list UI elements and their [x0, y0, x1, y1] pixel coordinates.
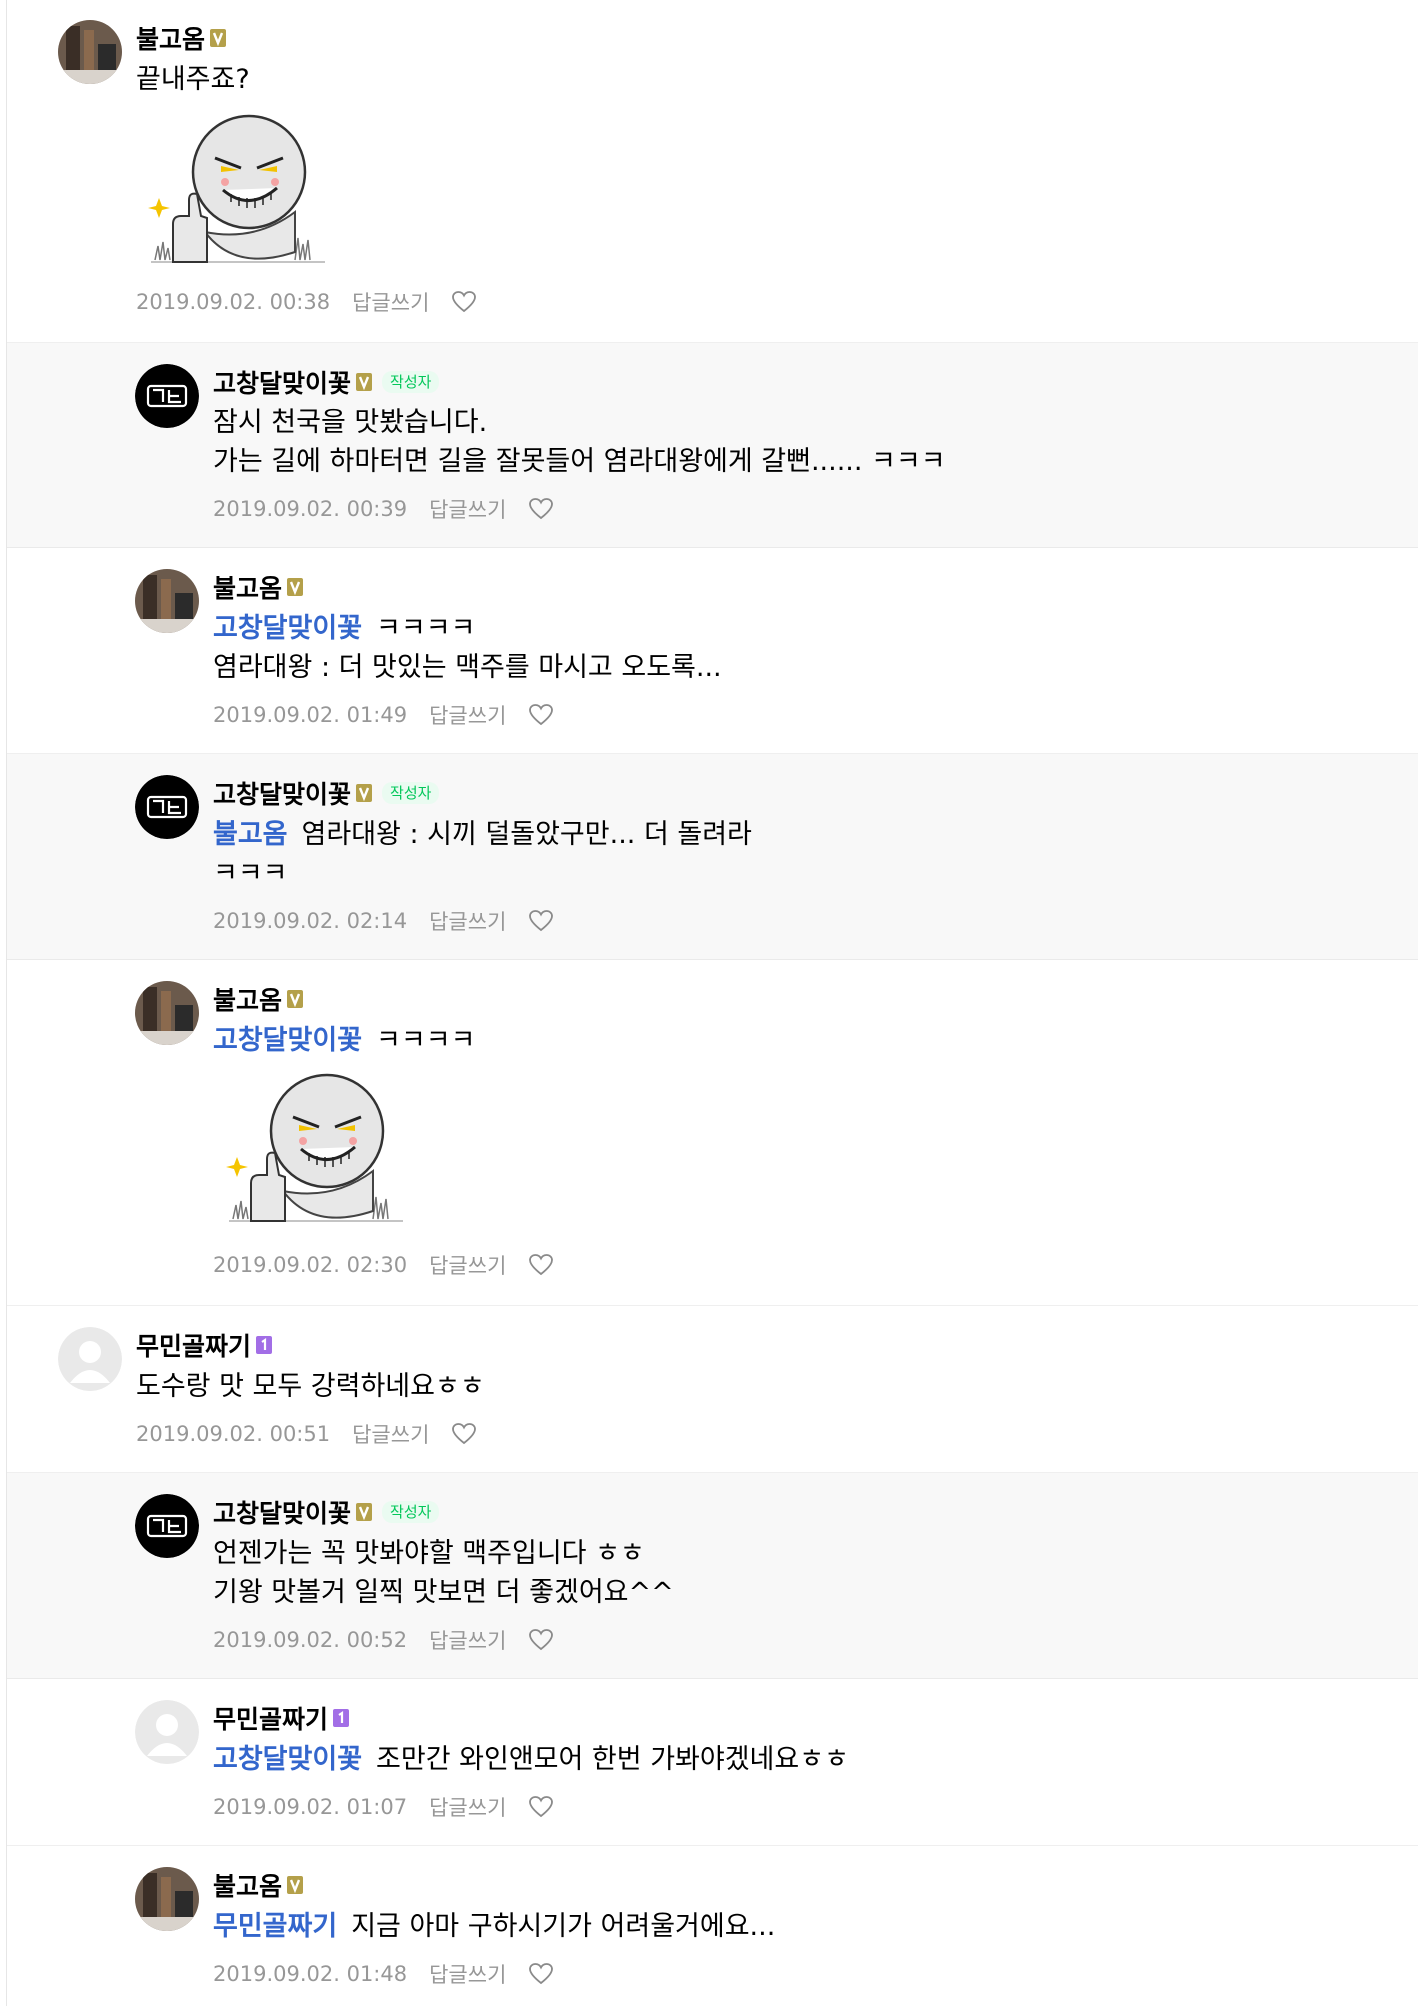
comment-timestamp: 2019.09.02. 02:14 — [213, 909, 408, 933]
reply-button[interactable]: 답글쓰기 — [352, 1419, 429, 1449]
reply-button[interactable]: 답글쓰기 — [429, 1625, 506, 1655]
avatar[interactable] — [135, 981, 199, 1045]
heart-outline-icon[interactable] — [451, 1422, 477, 1446]
heart-outline-icon[interactable] — [528, 703, 554, 727]
avatar[interactable] — [135, 1867, 199, 1931]
comment-timestamp: 2019.09.02. 01:48 — [213, 1962, 408, 1986]
reply-button[interactable]: 답글쓰기 — [429, 1792, 506, 1822]
author-name[interactable]: 불고옴 — [213, 981, 282, 1017]
author-name[interactable]: 불고옴 — [136, 20, 205, 56]
comment-timestamp: 2019.09.02. 01:49 — [213, 703, 408, 727]
avatar[interactable] — [135, 1494, 199, 1558]
mention-link[interactable]: 고창달맞이꽃 — [213, 613, 362, 644]
writer-badge: 작성자 — [382, 371, 440, 393]
comment-text: 무민골짜기 지금 아마 구하시기가 어려울거에요... — [213, 1911, 776, 1942]
avatar[interactable] — [135, 364, 199, 428]
reply-item: 불고옴 고창달맞이꽃 ㅋㅋㅋㅋ 2019.09.02. 02:30 답글쓰기 — [7, 960, 1418, 1306]
author-name[interactable]: 고창달맞이꽃 — [213, 364, 351, 400]
reply-button[interactable]: 답글쓰기 — [352, 287, 429, 317]
reply-button[interactable]: 답글쓰기 — [429, 700, 506, 730]
level-v-icon — [287, 990, 304, 1008]
level-1-icon — [256, 1336, 273, 1354]
comment-timestamp: 2019.09.02. 00:52 — [213, 1628, 408, 1652]
comment-text: 불고옴 염라대왕 : 시끼 덜돌았구만... 더 돌려라 ㅋㅋㅋ — [213, 819, 752, 889]
reply-item: 무민골짜기 고창달맞이꽃 조만간 와인앤모어 한번 가봐야겠네요ㅎㅎ 2019.0… — [7, 1679, 1418, 1846]
heart-outline-icon[interactable] — [528, 909, 554, 933]
mention-link[interactable]: 무민골짜기 — [213, 1911, 337, 1942]
comment-text: 언젠가는 꼭 맛봐야할 맥주입니다 ㅎㅎ 기왕 맛볼거 일찍 맛보면 더 좋겠어… — [213, 1538, 674, 1608]
reply-item: 고창달맞이꽃 작성자 잠시 천국을 맛봤습니다. 가는 길에 하마터면 길을 잘… — [7, 343, 1418, 548]
writer-badge: 작성자 — [382, 1501, 440, 1523]
level-v-icon — [356, 373, 373, 391]
level-v-icon — [287, 1876, 304, 1894]
comment-timestamp: 2019.09.02. 00:39 — [213, 497, 408, 521]
avatar[interactable] — [135, 1700, 199, 1764]
heart-outline-icon[interactable] — [528, 1253, 554, 1277]
comment-timestamp: 2019.09.02. 00:51 — [136, 1422, 331, 1446]
author-name[interactable]: 고창달맞이꽃 — [213, 1494, 351, 1530]
heart-outline-icon[interactable] — [528, 1962, 554, 1986]
reply-item: 불고옴 무민골짜기 지금 아마 구하시기가 어려울거에요... 2019.09.0… — [7, 1846, 1418, 2006]
comment-text: 고창달맞이꽃 조만간 와인앤모어 한번 가봐야겠네요ㅎㅎ — [213, 1744, 849, 1775]
avatar[interactable] — [58, 20, 122, 84]
comment-text: 도수랑 맛 모두 강력하네요ㅎㅎ — [136, 1371, 485, 1402]
reply-button[interactable]: 답글쓰기 — [429, 494, 506, 524]
author-name[interactable]: 무민골짜기 — [213, 1700, 328, 1736]
level-v-icon — [287, 578, 304, 596]
author-name[interactable]: 불고옴 — [213, 569, 282, 605]
mention-link[interactable]: 불고옴 — [213, 819, 288, 850]
comment-timestamp: 2019.09.02. 02:30 — [213, 1253, 408, 1277]
avatar[interactable] — [58, 1327, 122, 1391]
heart-outline-icon[interactable] — [451, 290, 477, 314]
comment-list: 불고옴 끝내주죠? 2019.09.02. 00:38 답글쓰기 고창달맞이꽃 … — [7, 0, 1418, 2006]
sticker-image[interactable] — [223, 1071, 413, 1231]
author-name[interactable]: 불고옴 — [213, 1867, 282, 1903]
avatar[interactable] — [135, 775, 199, 839]
reply-button[interactable]: 답글쓰기 — [429, 1250, 506, 1280]
reply-item: 고창달맞이꽃 작성자 불고옴 염라대왕 : 시끼 덜돌았구만... 더 돌려라 ㅋ… — [7, 754, 1418, 960]
writer-badge: 작성자 — [382, 782, 440, 804]
heart-outline-icon[interactable] — [528, 1795, 554, 1819]
comment-timestamp: 2019.09.02. 01:07 — [213, 1795, 408, 1819]
mention-link[interactable]: 고창달맞이꽃 — [213, 1744, 362, 1775]
level-v-icon — [356, 784, 373, 802]
heart-outline-icon[interactable] — [528, 497, 554, 521]
author-name[interactable]: 무민골짜기 — [136, 1327, 251, 1363]
heart-outline-icon[interactable] — [528, 1628, 554, 1652]
level-v-icon — [356, 1503, 373, 1521]
comment-text: 고창달맞이꽃 ㅋㅋㅋㅋ 염라대왕 : 더 맛있는 맥주를 마시고 오도록... — [213, 613, 722, 683]
comment-item: 무민골짜기 도수랑 맛 모두 강력하네요ㅎㅎ 2019.09.02. 00:51… — [7, 1306, 1418, 1473]
comment-item: 불고옴 끝내주죠? 2019.09.02. 00:38 답글쓰기 — [7, 0, 1418, 343]
sticker-image[interactable] — [145, 112, 335, 272]
comment-text: 고창달맞이꽃 ㅋㅋㅋㅋ — [213, 1025, 476, 1056]
author-name[interactable]: 고창달맞이꽃 — [213, 775, 351, 811]
mention-link[interactable]: 고창달맞이꽃 — [213, 1025, 362, 1056]
comment-text: 잠시 천국을 맛봤습니다. 가는 길에 하마터면 길을 잘못들어 염라대왕에게 … — [213, 407, 946, 477]
comment-timestamp: 2019.09.02. 00:38 — [136, 290, 331, 314]
reply-button[interactable]: 답글쓰기 — [429, 1959, 506, 1989]
level-1-icon — [333, 1709, 350, 1727]
reply-button[interactable]: 답글쓰기 — [429, 906, 506, 936]
avatar[interactable] — [135, 569, 199, 633]
comment-text: 끝내주죠? — [136, 64, 250, 95]
reply-item: 불고옴 고창달맞이꽃 ㅋㅋㅋㅋ 염라대왕 : 더 맛있는 맥주를 마시고 오도록.… — [7, 548, 1418, 754]
reply-item: 고창달맞이꽃 작성자 언젠가는 꼭 맛봐야할 맥주입니다 ㅎㅎ 기왕 맛볼거 일… — [7, 1473, 1418, 1679]
level-v-icon — [210, 29, 227, 47]
